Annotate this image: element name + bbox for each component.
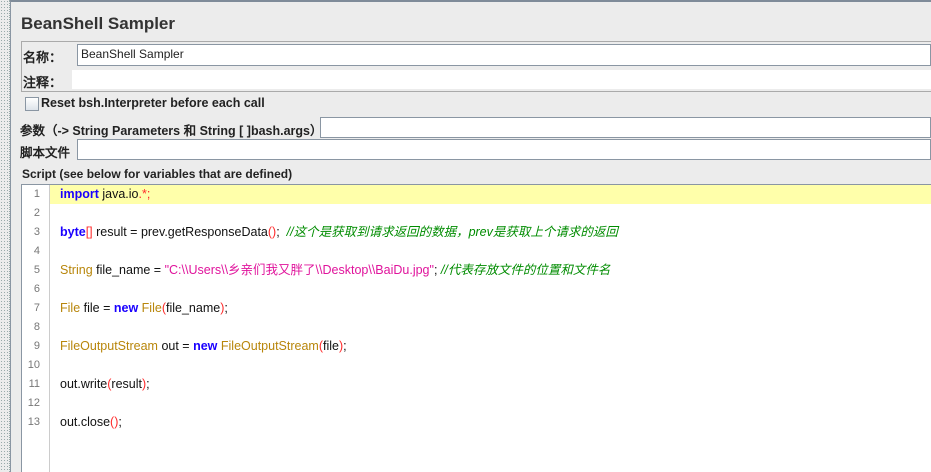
code-line: 1 import java.io.*; — [22, 185, 931, 204]
code-token-op: [] — [85, 225, 93, 239]
code-line: 3 byte[] result = prev.getResponseData();… — [22, 223, 931, 242]
script-file-label: 脚本文件 — [20, 146, 71, 160]
reset-interpreter-label: Reset bsh.Interpreter before each call — [41, 96, 265, 110]
line-number: 9 — [33, 340, 40, 352]
code-token-kw: new — [193, 339, 218, 353]
page-title: BeanShell Sampler — [21, 14, 176, 33]
code-text: out.close(); — [60, 413, 122, 432]
code-token-id: file — [323, 339, 339, 353]
line-number: 5 — [33, 264, 40, 276]
code-token-id: ; — [276, 225, 287, 239]
line-number: 10 — [27, 359, 40, 371]
code-token-id: ; — [146, 377, 150, 391]
script-file-input[interactable] — [77, 139, 931, 160]
beanshell-sampler-panel: BeanShell Sampler 名称： BeanShell Sampler … — [10, 0, 931, 472]
code-text: File file = new File(file_name); — [60, 299, 228, 318]
name-label: 名称： — [23, 50, 63, 65]
code-text: import java.io.*; — [60, 185, 150, 204]
code-line: 5 String file_name = "C:\\Users\\乡亲们我又胖了\… — [22, 261, 931, 280]
code-token-cm: //代表存放文件的位置和文件名 — [440, 263, 611, 277]
code-line: 9 FileOutputStream out = new FileOutputSt… — [22, 337, 931, 356]
code-token-id: out.close — [60, 415, 111, 429]
code-token-id: ; — [118, 415, 122, 429]
code-token-kw: new — [113, 301, 139, 315]
script-label: Script (see below for variables that are… — [22, 167, 293, 181]
code-line: 13 out.close(); — [22, 413, 931, 432]
code-text: String file_name = "C:\\Users\\乡亲们我又胖了\\… — [60, 261, 610, 280]
code-token-id: result — [111, 377, 142, 391]
code-token-op: () — [267, 225, 277, 239]
code-token-id: ; — [343, 339, 347, 353]
code-token-ty: String — [60, 263, 93, 277]
comment-label: 注释： — [23, 75, 63, 90]
code-token-id: out = — [157, 339, 194, 353]
line-number: 8 — [33, 321, 40, 333]
code-token-id: file = — [80, 301, 114, 315]
code-line: 7 File file = new File(file_name); — [22, 299, 931, 318]
code-token-id: java.io — [98, 187, 139, 201]
script-editor[interactable]: 1 import java.io.*; 2 3 byte[] result = prev… — [21, 184, 931, 472]
code-token-ty: FileOutputStream — [220, 339, 319, 353]
code-token-kw: import — [60, 187, 99, 201]
comment-input[interactable] — [72, 70, 931, 89]
code-token-id: out.write — [60, 377, 108, 391]
code-text: byte[] result = prev.getResponseData(); … — [60, 223, 618, 242]
line-number: 13 — [27, 416, 40, 428]
code-line: 8 — [22, 318, 931, 337]
name-comment-box: 名称： BeanShell Sampler 注释： — [21, 41, 931, 92]
code-token-id: result = prev.getResponseData — [92, 225, 268, 239]
line-number: 3 — [33, 226, 40, 238]
code-token-op: .*; — [138, 187, 151, 201]
code-line: 12 — [22, 394, 931, 413]
code-token-id: ; — [433, 263, 441, 277]
code-line: 10 — [22, 356, 931, 375]
code-text: FileOutputStream out = new FileOutputStr… — [60, 337, 347, 356]
code-text: out.write(result); — [60, 375, 150, 394]
line-number: 2 — [33, 207, 40, 219]
line-number: 7 — [33, 302, 40, 314]
code-line: 4 — [22, 242, 931, 261]
params-input[interactable] — [320, 117, 931, 138]
code-token-id: file_name — [165, 301, 221, 315]
params-label: 参数（-> String Parameters 和 String [ ]bash… — [20, 124, 323, 138]
code-line: 6 — [22, 280, 931, 299]
code-token-ty: File — [141, 301, 162, 315]
code-token-cm: //这个是获取到请求返回的数据，prev是获取上个请求的返回 — [286, 225, 618, 239]
code-line: 2 — [22, 204, 931, 223]
line-number: 12 — [27, 397, 40, 409]
line-number: 1 — [33, 188, 40, 200]
code-line: 11 out.write(result); — [22, 375, 931, 394]
name-input[interactable]: BeanShell Sampler — [77, 44, 931, 66]
code-token-id: ; — [224, 301, 228, 315]
code-token-ty: FileOutputStream — [60, 339, 158, 353]
code-token-ty: File — [60, 301, 81, 315]
code-token-id: file_name = — [92, 263, 165, 277]
line-number: 4 — [33, 245, 40, 257]
code-token-kw: byte — [60, 225, 86, 239]
line-number: 11 — [28, 378, 40, 390]
reset-interpreter-checkbox[interactable] — [25, 97, 39, 111]
splitter-handle[interactable] — [0, 0, 10, 472]
line-number: 6 — [33, 283, 40, 295]
code-token-str: "C:\\Users\\乡亲们我又胖了\\Desktop\\BaiDu.jpg" — [164, 263, 434, 277]
